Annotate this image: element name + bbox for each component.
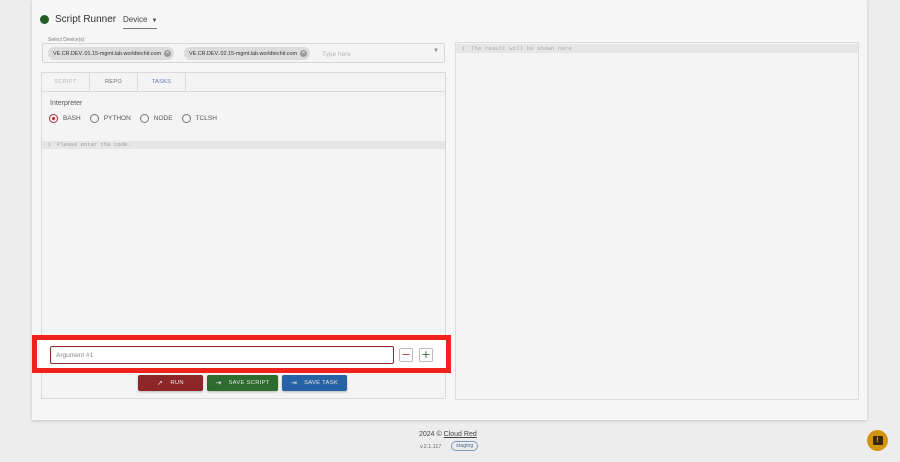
- interpreter-label: Interpreter: [50, 100, 83, 107]
- tab-bar: SCRIPT REPO TASKS: [42, 73, 186, 92]
- save-task-button[interactable]: ⇥ SAVE TASK: [282, 375, 347, 391]
- version-label: v.2.1.117: [420, 444, 442, 450]
- result-placeholder: The result will be shown here: [471, 45, 572, 52]
- radio-selected-icon[interactable]: [49, 114, 58, 123]
- device-chip[interactable]: VE.CR.DEV..01.15-mgmt.lab.worldtechit.co…: [48, 47, 174, 60]
- chevron-down-icon: ▼: [151, 18, 158, 24]
- feedback-button[interactable]: !: [867, 430, 888, 451]
- tab-divider: [138, 91, 445, 92]
- result-panel: [455, 42, 859, 400]
- page-title: Script Runner: [55, 14, 117, 25]
- footer-copyright: 2024 © Cloud Red: [419, 431, 477, 438]
- radio-python[interactable]: PYTHON: [89, 114, 131, 123]
- save-icon: ⇥: [215, 380, 222, 387]
- device-chip[interactable]: VE.CR.DEV..02.15-mgmt.lab.worldtechit.co…: [184, 47, 310, 60]
- radio-node[interactable]: NODE: [139, 114, 173, 123]
- radio-icon[interactable]: [89, 114, 99, 123]
- chevron-down-icon[interactable]: ▼: [433, 48, 439, 54]
- feedback-icon: !: [872, 436, 883, 445]
- device-search-input[interactable]: [322, 49, 422, 59]
- status-indicator: [40, 15, 49, 24]
- tab-repo[interactable]: REPO: [90, 73, 138, 92]
- radio-icon[interactable]: [181, 114, 191, 123]
- env-badge: staging: [451, 441, 479, 451]
- brand-link[interactable]: Cloud Red: [444, 431, 477, 438]
- save-script-button[interactable]: ⇥ SAVE SCRIPT: [207, 375, 278, 391]
- device-select[interactable]: Device ▼: [123, 15, 158, 29]
- code-editor[interactable]: 1 Please enter the code.: [42, 141, 445, 149]
- result-output: 1 The result will be shown here: [456, 44, 858, 53]
- rocket-icon: ➚: [157, 380, 164, 387]
- radio-tclsh[interactable]: TCLSH: [181, 114, 217, 123]
- run-button[interactable]: ➚ RUN: [138, 375, 203, 391]
- remove-argument-button[interactable]: −: [399, 348, 413, 362]
- add-argument-button[interactable]: +: [419, 348, 433, 362]
- line-number: 1: [47, 141, 52, 148]
- tab-script[interactable]: SCRIPT: [42, 73, 90, 92]
- remove-chip-icon[interactable]: ✕: [299, 50, 307, 57]
- remove-chip-icon[interactable]: ✕: [163, 50, 171, 57]
- interpreter-radio-group: BASH PYTHON NODE TCLSH: [49, 114, 226, 123]
- device-select-label: Device: [123, 15, 148, 24]
- save-icon: ⇥: [290, 380, 298, 387]
- editor-placeholder: Please enter the code.: [57, 141, 131, 148]
- line-number: 1: [461, 45, 466, 52]
- argument-input[interactable]: [50, 346, 394, 364]
- device-multiselect[interactable]: VE.CR.DEV..01.15-mgmt.lab.worldtechit.co…: [42, 43, 445, 63]
- tab-tasks[interactable]: TASKS: [138, 73, 186, 92]
- radio-icon[interactable]: [139, 114, 149, 123]
- radio-bash[interactable]: BASH: [49, 114, 81, 123]
